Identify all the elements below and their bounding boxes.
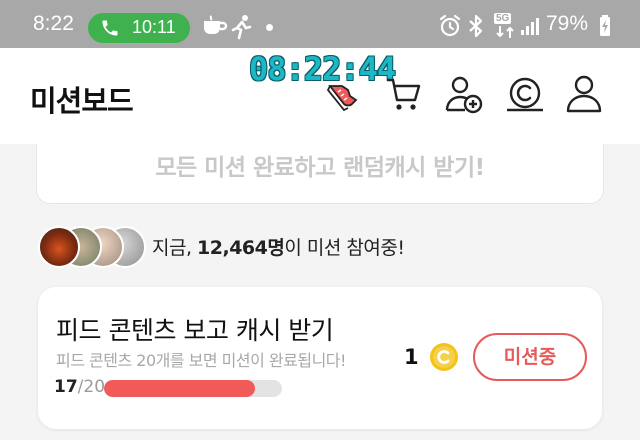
app-bar: 미션보드 08:22:44 bbox=[0, 48, 640, 144]
notification-dot bbox=[266, 24, 273, 31]
battery-percent: 79% bbox=[546, 12, 589, 35]
all-missions-banner[interactable]: 모든 미션 완료하고 랜덤캐시 받기! bbox=[36, 144, 604, 204]
status-bar: 8:22 10:11 5G 79% bbox=[0, 0, 640, 48]
coin-icon bbox=[430, 343, 458, 371]
progress-bar bbox=[104, 380, 282, 397]
mission-title: 피드 콘텐츠 보고 캐시 받기 bbox=[56, 316, 334, 345]
network-type: 5G bbox=[494, 13, 512, 24]
banner-text: 모든 미션 완료하고 랜덤캐시 받기! bbox=[155, 155, 485, 181]
add-friend-icon[interactable] bbox=[445, 74, 483, 114]
cart-icon[interactable] bbox=[385, 75, 421, 113]
participant-avatars bbox=[38, 226, 148, 270]
page-title: 미션보드 bbox=[30, 84, 134, 118]
reward-amount: 1 bbox=[404, 345, 419, 369]
mission-card[interactable]: 피드 콘텐츠 보고 캐시 받기 피드 콘텐츠 20개를 보면 미션이 완료됩니다… bbox=[38, 287, 602, 429]
participants-prefix: 지금, bbox=[152, 237, 198, 259]
participant-count-text: 지금, 12,464명이 미션 참여중! bbox=[152, 233, 405, 260]
cash-icon[interactable] bbox=[505, 76, 545, 112]
profile-icon[interactable] bbox=[566, 74, 602, 114]
progress-total: /20 bbox=[77, 377, 106, 397]
call-duration: 10:11 bbox=[132, 17, 176, 37]
mission-description: 피드 콘텐츠 20개를 보면 미션이 완료됩니다! bbox=[56, 351, 346, 370]
status-time: 8:22 bbox=[33, 12, 74, 35]
mission-status-button[interactable]: 미션중 bbox=[473, 333, 587, 381]
ongoing-call-pill[interactable]: 10:11 bbox=[88, 13, 190, 43]
progress-text: 17/20 bbox=[54, 377, 105, 397]
progress-bar-fill bbox=[104, 380, 256, 397]
participants-count: 12,464명 bbox=[197, 237, 285, 259]
progress-done: 17 bbox=[54, 377, 78, 397]
alarm-icon bbox=[439, 15, 461, 37]
signal-icon bbox=[521, 18, 539, 35]
network-5g-icon: 5G bbox=[494, 13, 516, 39]
bluetooth-icon bbox=[469, 14, 483, 38]
fitness-icon bbox=[231, 15, 252, 40]
shoe-sticker-icon bbox=[326, 85, 358, 112]
cup-icon bbox=[204, 15, 228, 34]
phone-icon bbox=[102, 20, 118, 36]
clock-overlay: 08:22:44 bbox=[249, 50, 396, 88]
avatar bbox=[38, 226, 80, 268]
participants-suffix: 이 미션 참여중! bbox=[284, 237, 405, 259]
battery-charging-icon bbox=[600, 15, 610, 36]
